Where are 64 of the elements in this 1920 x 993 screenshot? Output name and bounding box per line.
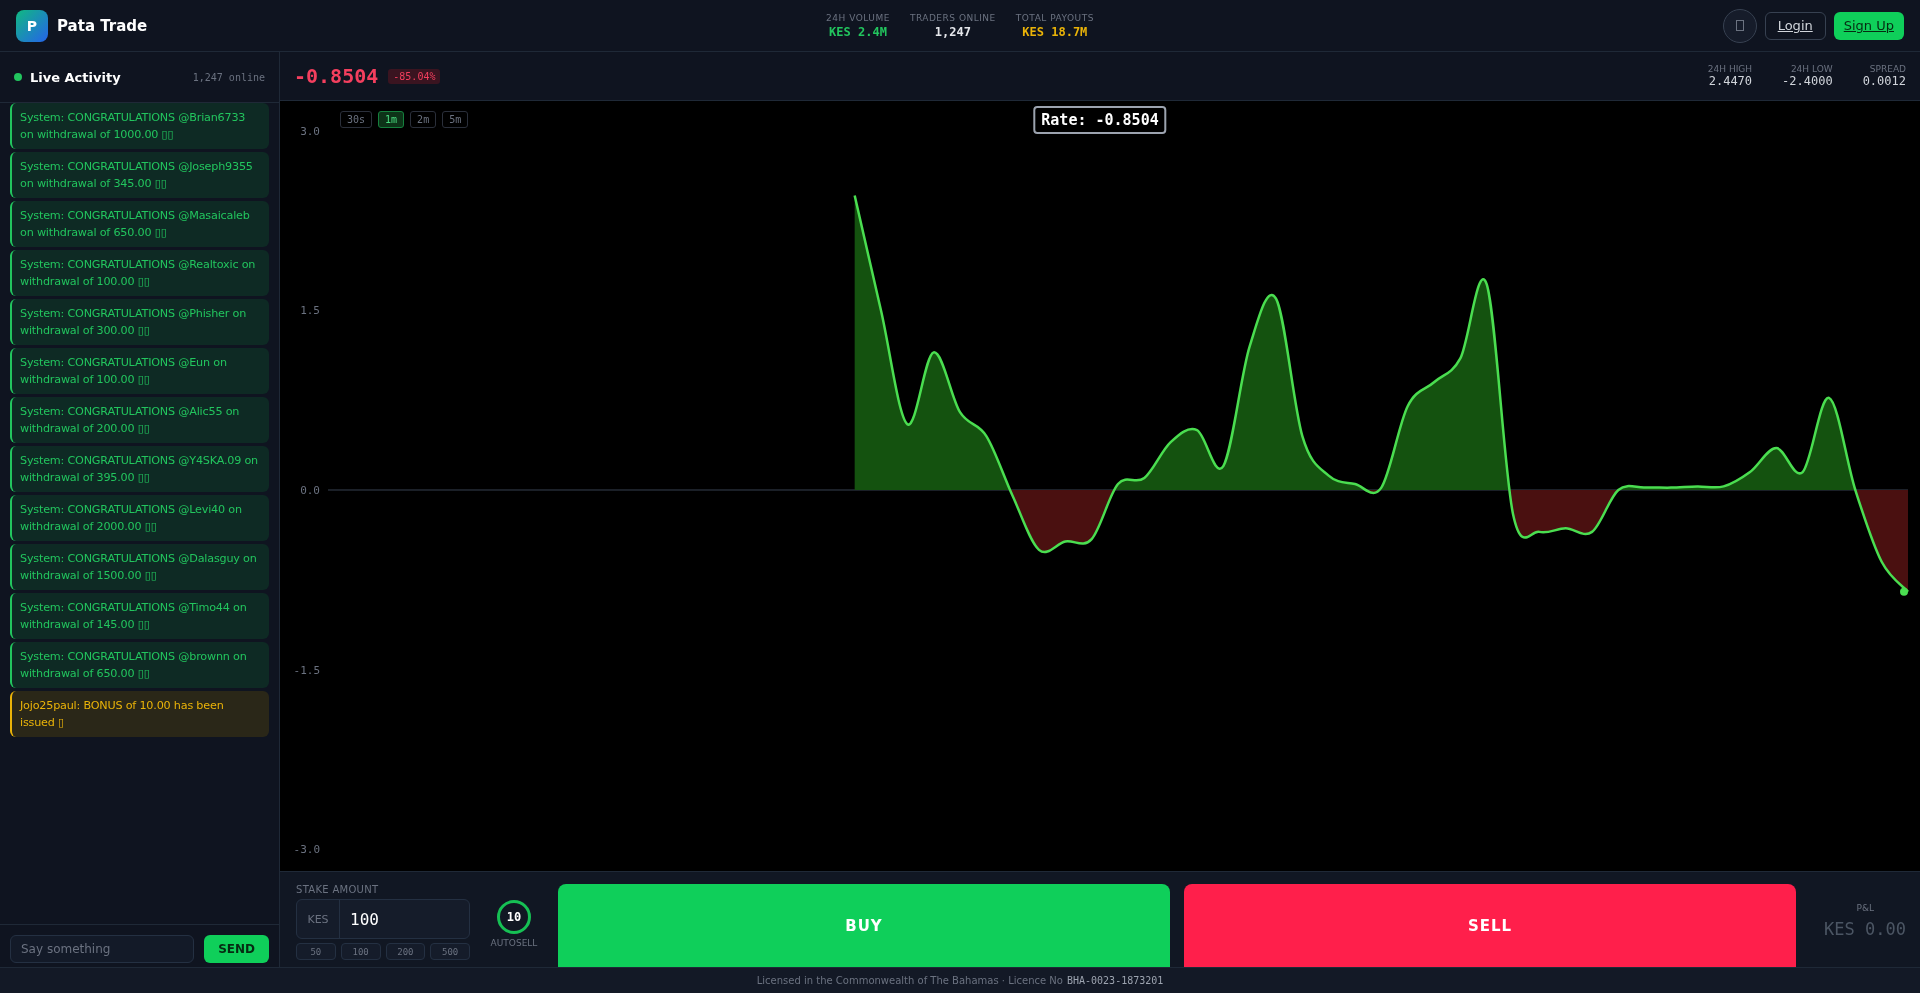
online-count: 1,247 online [192, 71, 265, 83]
logo: P [16, 9, 48, 42]
activity-message: System: CONGRATULATIONS @Phisher on withdrawal of 300.00 ▯▯ [10, 299, 269, 345]
activity-message: System: CONGRATULATIONS @Timo44 on withdrawal of 145.00 ▯▯ [10, 593, 269, 639]
chat-input[interactable]: Say something [10, 935, 195, 963]
activity-message: System: CONGRATULATIONS @Dalasguy on withdrawal of 1500.00 ▯▯ [10, 544, 269, 590]
pnl-value: KES 0.00 [1824, 918, 1906, 939]
activity-message: System: CONGRATULATIONS @Levi40 on withdrawal of 2000.00 ▯▯ [10, 495, 269, 541]
pnl-label: P&L [1856, 902, 1874, 913]
stat-label: TOTAL PAYOUTS [1015, 12, 1094, 23]
activity-message: System: CONGRATULATIONS @Realtoxic on withdrawal of 100.00 ▯▯ [10, 250, 269, 296]
timeframe-tab[interactable]: 1m [378, 111, 405, 128]
stat-value: -2.4000 [1782, 74, 1833, 88]
activity-message: System: CONGRATULATIONS @Alic55 on withdrawal of 200.00 ▯▯ [10, 397, 269, 443]
activity-message: System: CONGRATULATIONS @Masaicaleb on withdrawal of 650.00 ▯▯ [10, 201, 269, 247]
sign-up-button[interactable]: Sign Up [1833, 11, 1904, 40]
stat-value: 2.4470 [1708, 74, 1753, 88]
axis-label: -3.0 [293, 843, 320, 856]
activity-message: System: CONGRATULATIONS @Brian6733 on withdrawal of 1000.00 ▯▯ [10, 103, 269, 149]
stat-value: KES 2.4M [829, 24, 887, 39]
activity-message: System: CONGRATULATIONS @Joseph9355 on withdrawal of 345.00 ▯▯ [10, 152, 269, 198]
licence-number: BHA-0023-1873201 [1066, 975, 1164, 986]
rate-value: -0.8504 [294, 64, 379, 88]
rectangle-icon [1735, 20, 1744, 31]
stake-field[interactable]: KES 100 [296, 899, 470, 939]
autosell-label: AUTOSELL [490, 938, 538, 948]
icon-button[interactable] [1722, 8, 1757, 43]
stat-value: 1,247 [934, 24, 971, 39]
amount-chip[interactable]: 100 [340, 943, 381, 960]
axis-label: -1.5 [293, 663, 320, 677]
brand-name: Pata Trade [57, 16, 148, 35]
stat-value: 0.0012 [1862, 74, 1906, 88]
stat-label: 24H LOW [1790, 64, 1833, 74]
stat-label: SPREAD [1869, 64, 1906, 74]
currency-label: KES [297, 900, 340, 938]
licence-text: Licensed in the Commonwealth of The Bahamas · Licence No [756, 975, 1063, 986]
end-point [1900, 587, 1908, 596]
activity-message: System: CONGRATULATIONS @brownn on withdrawal of 650.00 ▯▯ [10, 642, 269, 688]
rate-label: Rate: -0.8504 [1033, 106, 1167, 134]
timeframe-tab[interactable]: 30s [340, 111, 373, 128]
login-button[interactable]: Login [1764, 11, 1826, 40]
change-badge: -85.04% [388, 68, 441, 84]
bonus-message: Jojo25paul: BONUS of 10.00 has been issued ▯ [10, 691, 269, 737]
activity-message: System: CONGRATULATIONS @Y4SKA.09 on withdrawal of 395.00 ▯▯ [10, 446, 269, 492]
field-label: STAKE AMOUNT [296, 884, 380, 895]
stat-value: KES 18.7M [1022, 24, 1088, 39]
stat-label: 24H VOLUME [826, 12, 890, 23]
axis-label: 3.0 [300, 124, 320, 138]
status-dot [14, 73, 22, 81]
stat-label: 24H HIGH [1707, 64, 1753, 74]
panel-title: Live Activity [30, 69, 122, 85]
timeframe-tab[interactable]: 2m [410, 111, 437, 128]
autosell-timer: 10 [497, 900, 531, 934]
stake-input[interactable]: 100 [340, 909, 469, 929]
send-button[interactable]: SEND [204, 935, 269, 963]
amount-chip[interactable]: 500 [430, 943, 470, 960]
amount-chip[interactable]: 200 [385, 943, 426, 960]
activity-message: System: CONGRATULATIONS @Eun on withdrawal of 100.00 ▯▯ [10, 348, 269, 394]
sell-button[interactable]: SELL [1184, 884, 1796, 967]
axis-label: 1.5 [300, 304, 320, 318]
axis-label: 0.0 [300, 484, 320, 497]
timeframe-tab[interactable]: 5m [442, 111, 469, 128]
amount-chip[interactable]: 50 [296, 943, 336, 960]
stat-label: TRADERS ONLINE [909, 12, 996, 23]
